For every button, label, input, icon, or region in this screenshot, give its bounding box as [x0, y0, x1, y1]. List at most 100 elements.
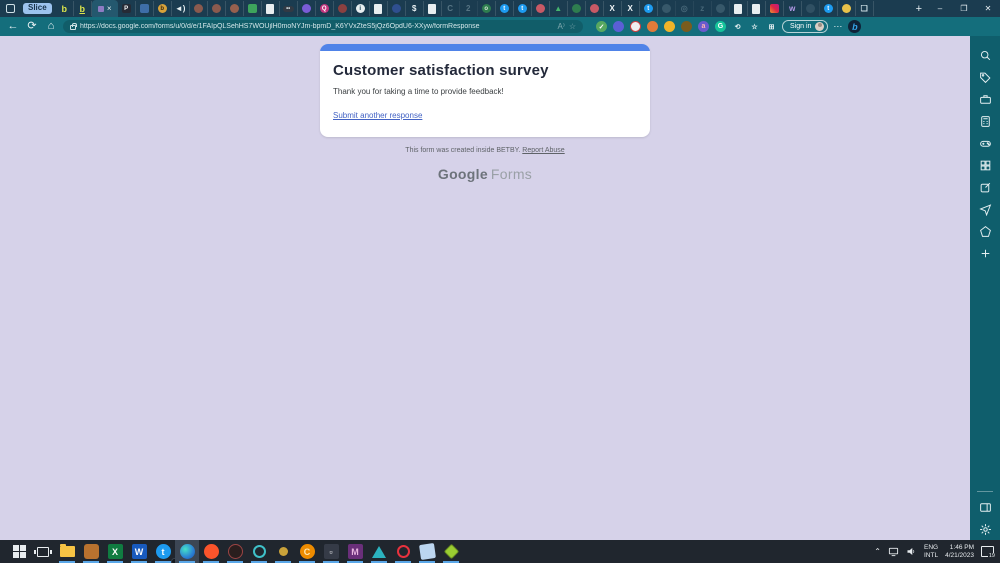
- green-layers-app[interactable]: [439, 540, 463, 563]
- bing-icon[interactable]: b: [848, 20, 861, 33]
- brown-circle-tab[interactable]: [208, 1, 226, 16]
- sign-in-button[interactable]: Sign in: [782, 20, 828, 33]
- hidden-icons-chevron[interactable]: ⌃: [874, 547, 881, 556]
- calculator-icon[interactable]: [974, 110, 996, 132]
- red-circle-tab[interactable]: [586, 1, 604, 16]
- add-favorite-icon[interactable]: ☆: [569, 22, 576, 31]
- twitter-tab[interactable]: t: [820, 1, 838, 16]
- minimize-button[interactable]: –: [928, 0, 952, 17]
- brave-app[interactable]: [199, 540, 223, 563]
- dots-pill-tab[interactable]: ••: [280, 1, 298, 16]
- send-plane-icon[interactable]: [974, 198, 996, 220]
- red-circle-tab[interactable]: [532, 1, 550, 16]
- twitter-app[interactable]: t: [151, 540, 175, 563]
- photos-app[interactable]: [79, 540, 103, 563]
- language-indicator[interactable]: ENG INTL: [924, 544, 938, 559]
- games-icon[interactable]: [974, 132, 996, 154]
- document-tab[interactable]: [424, 1, 442, 16]
- twitter-tab[interactable]: t: [496, 1, 514, 16]
- restore-button[interactable]: ❐: [952, 0, 976, 17]
- faded-z-tab[interactable]: z: [694, 1, 712, 16]
- green-g-extension[interactable]: G: [715, 21, 726, 32]
- instagram-tab[interactable]: [766, 1, 784, 16]
- excel-app[interactable]: X: [103, 540, 127, 563]
- green-square-tab[interactable]: [244, 1, 262, 16]
- purple-a-extension[interactable]: a: [698, 21, 709, 32]
- blue-doc-app[interactable]: [415, 540, 439, 563]
- browser-menu-icon[interactable]: ⋯: [833, 21, 843, 32]
- green-triangle-tab[interactable]: ▲: [550, 1, 568, 16]
- active-tab[interactable]: ×: [92, 0, 118, 17]
- opera-app[interactable]: [391, 540, 415, 563]
- brown-circle-tab[interactable]: [226, 1, 244, 16]
- x-tab[interactable]: X: [622, 1, 640, 16]
- navy-circle-tab[interactable]: [388, 1, 406, 16]
- clock[interactable]: 1:46 PM 4/21/2023: [945, 544, 974, 559]
- bet365-tab[interactable]: b: [56, 1, 74, 16]
- favorites-star-icon[interactable]: ☆: [749, 21, 760, 32]
- tools-briefcase-icon[interactable]: [974, 88, 996, 110]
- task-view-button[interactable]: [31, 540, 55, 563]
- document-tab[interactable]: [748, 1, 766, 16]
- brown-circle-tab[interactable]: [190, 1, 208, 16]
- green-circle-tab[interactable]: [568, 1, 586, 16]
- shield-extension[interactable]: [613, 21, 624, 32]
- submit-another-response-link[interactable]: Submit another response: [333, 111, 422, 120]
- x-tab[interactable]: X: [604, 1, 622, 16]
- back-icon[interactable]: ←: [6, 21, 20, 32]
- volume-icon[interactable]: [906, 546, 917, 557]
- shopping-tag-icon[interactable]: [974, 66, 996, 88]
- dark-coin-extension[interactable]: [681, 21, 692, 32]
- teal-a-app[interactable]: [367, 540, 391, 563]
- close-button[interactable]: ✕: [976, 0, 1000, 17]
- orange-extension[interactable]: [647, 21, 658, 32]
- gold-bird-tab[interactable]: [838, 1, 856, 16]
- faded-ring-tab[interactable]: ◎: [676, 1, 694, 16]
- network-icon[interactable]: [888, 546, 899, 557]
- address-bar[interactable]: https://docs.google.com/forms/u/0/d/e/1F…: [63, 20, 583, 33]
- darkred-ring-app[interactable]: [223, 540, 247, 563]
- twitter-tab[interactable]: t: [514, 1, 532, 16]
- document-tab[interactable]: [370, 1, 388, 16]
- gold-b-tab[interactable]: b: [154, 1, 172, 16]
- collections-icon[interactable]: ⊞: [766, 21, 777, 32]
- bet365-tab[interactable]: b: [74, 1, 92, 16]
- collapse-panel-icon[interactable]: [974, 496, 996, 518]
- twitter-tab[interactable]: t: [640, 1, 658, 16]
- read-aloud-icon[interactable]: A⁾: [558, 22, 565, 31]
- sidebar-settings-icon[interactable]: [974, 518, 996, 540]
- refresh-icon[interactable]: ⟳: [25, 21, 39, 32]
- edge-app[interactable]: [175, 540, 199, 563]
- teal-ring-app[interactable]: [247, 540, 271, 563]
- green-check-extension[interactable]: ✓: [596, 21, 607, 32]
- url-text[interactable]: https://docs.google.com/forms/u/0/d/e/1F…: [80, 23, 554, 30]
- document-tab[interactable]: [730, 1, 748, 16]
- c-faded-tab[interactable]: C: [442, 1, 460, 16]
- faded-dot-tab[interactable]: [658, 1, 676, 16]
- word-app[interactable]: W: [127, 540, 151, 563]
- shapes-icon[interactable]: [974, 220, 996, 242]
- file-explorer-app[interactable]: [55, 540, 79, 563]
- sync-icon[interactable]: ⟲: [732, 21, 743, 32]
- info-tab[interactable]: i: [352, 1, 370, 16]
- p-logo-tab[interactable]: P: [118, 1, 136, 16]
- faded-dot-tab[interactable]: [712, 1, 730, 16]
- two-faded-tab[interactable]: 2: [460, 1, 478, 16]
- tab-close-icon[interactable]: ×: [107, 5, 112, 13]
- w-purple-tab[interactable]: w: [784, 1, 802, 16]
- speaker-tab[interactable]: ◄): [172, 1, 190, 16]
- start-button[interactable]: [7, 540, 31, 563]
- window-menu-icon[interactable]: [6, 4, 15, 13]
- gold-pill-app[interactable]: [271, 540, 295, 563]
- window-app[interactable]: ▫: [319, 540, 343, 563]
- notification-center-icon[interactable]: 19: [981, 546, 994, 557]
- new-tab-button[interactable]: +: [916, 3, 922, 15]
- maroon-tab[interactable]: [334, 1, 352, 16]
- q-magenta-tab[interactable]: Q: [316, 1, 334, 16]
- green-o-tab[interactable]: o: [478, 1, 496, 16]
- search-icon[interactable]: [974, 44, 996, 66]
- add-sidebar-item-icon[interactable]: [974, 242, 996, 264]
- tab-save-tab[interactable]: ❏: [856, 1, 874, 16]
- faded-circle-tab[interactable]: [802, 1, 820, 16]
- dollar-tab[interactable]: $: [406, 1, 424, 16]
